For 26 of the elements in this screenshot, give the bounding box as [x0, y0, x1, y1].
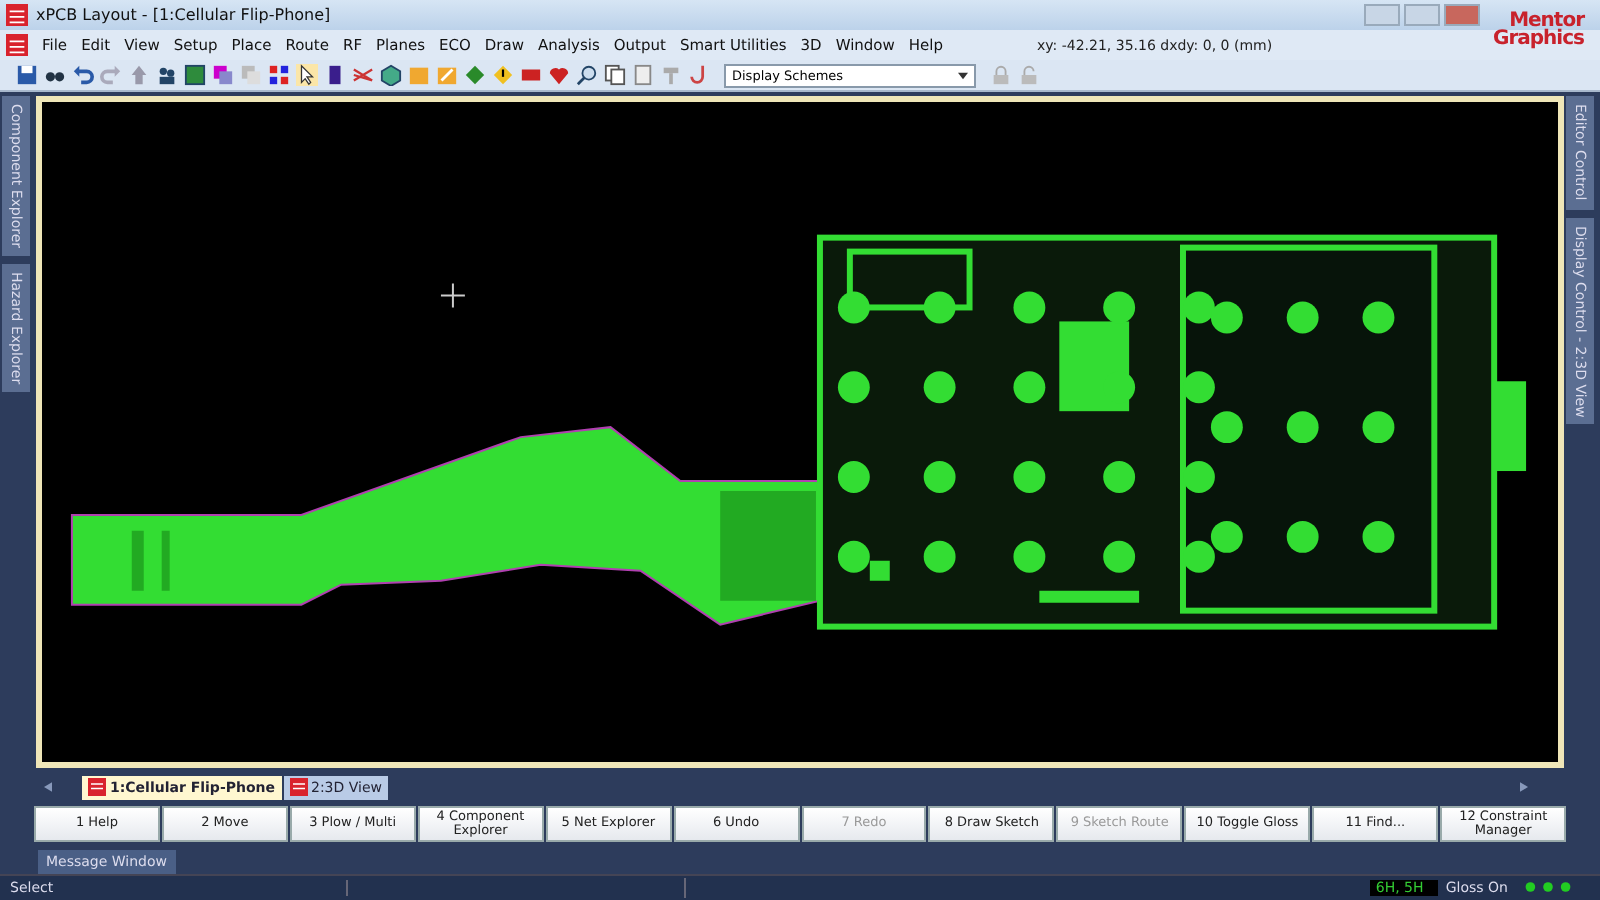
copy-icon[interactable] [604, 64, 626, 87]
scroll-right-icon[interactable] [1520, 781, 1528, 791]
scroll-left-icon[interactable] [44, 781, 52, 791]
square-icon[interactable] [184, 64, 206, 87]
window-title: xPCB Layout - [1:Cellular Flip-Phone] [36, 6, 331, 25]
layers-icon[interactable] [212, 64, 234, 87]
status-lights-icon [1524, 880, 1572, 895]
heart-icon[interactable] [548, 64, 570, 87]
grid-icon[interactable] [268, 64, 290, 87]
people-icon[interactable] [156, 64, 178, 87]
hook-icon[interactable] [688, 64, 710, 87]
traces-icon[interactable] [352, 64, 374, 87]
dropdown-caret-icon [958, 71, 968, 80]
pointer-icon[interactable] [296, 64, 318, 87]
save-icon[interactable] [16, 64, 38, 87]
app-icon [6, 4, 28, 27]
document-icon [88, 778, 106, 797]
crosshair-icon [439, 283, 466, 309]
zoom-icon[interactable] [576, 64, 598, 87]
document-icon [289, 778, 307, 797]
page-icon[interactable] [632, 64, 654, 87]
warning-diamond-icon[interactable] [492, 64, 514, 87]
rectangle-icon[interactable] [324, 64, 346, 87]
app-icon [6, 34, 28, 57]
logo: Mentor Graphics [1493, 12, 1584, 48]
undo-icon[interactable] [72, 64, 94, 87]
